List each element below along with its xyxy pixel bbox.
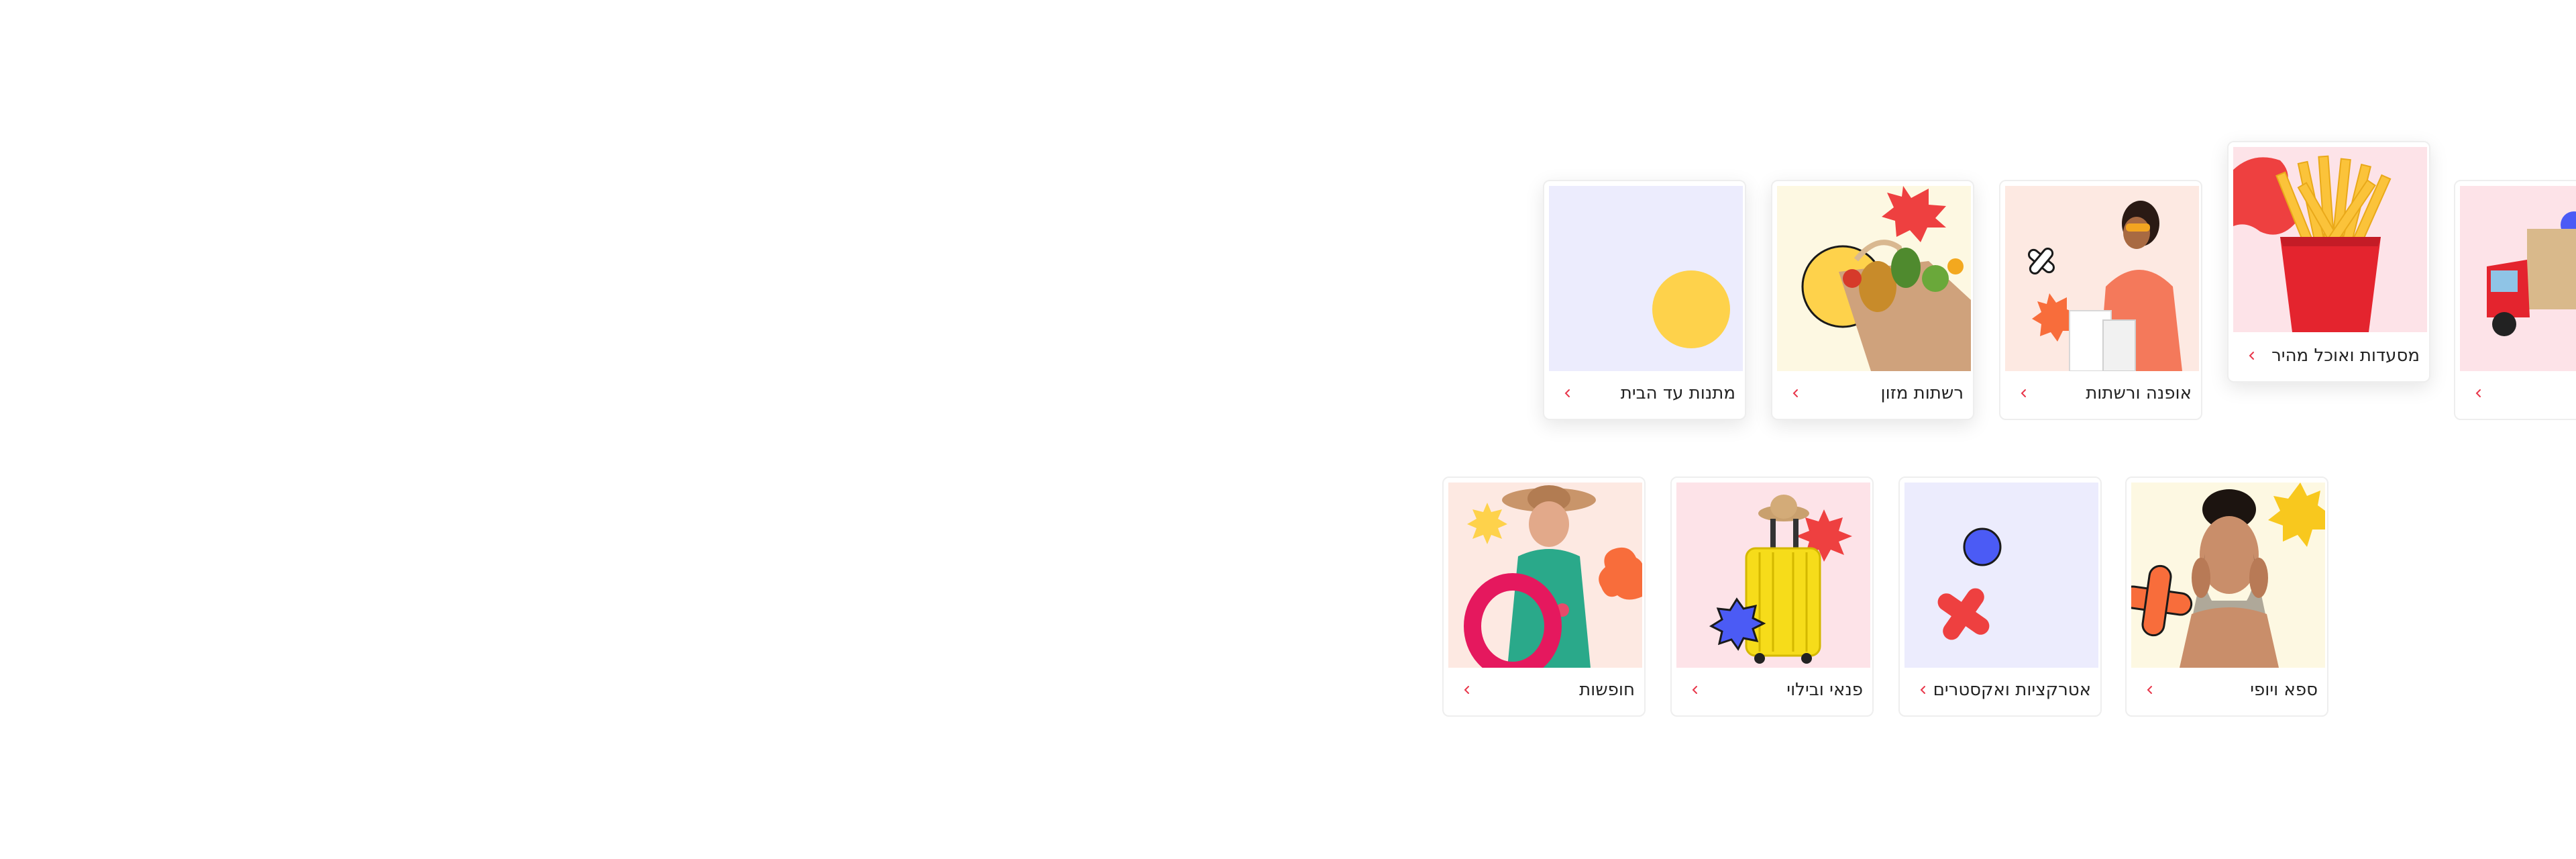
category-image xyxy=(2460,186,2576,371)
category-image xyxy=(2005,186,2199,371)
chevron-left-icon xyxy=(1916,683,1931,697)
category-card-gifts[interactable]: מתנות עד הבית xyxy=(1543,180,1746,420)
category-image xyxy=(1777,186,1971,371)
category-label: מסעדות ואוכל מהיר xyxy=(2271,346,2420,366)
category-card-attractions[interactable]: אטרקציות ואקסטרים xyxy=(1898,476,2102,717)
category-label-row: אטרקציות ואקסטרים xyxy=(1900,676,2100,703)
category-card-fashion[interactable]: אופנה ורשתות xyxy=(1999,180,2202,420)
category-card-leisure[interactable]: פנאי ובילוי xyxy=(1670,476,1874,717)
category-card-vacations[interactable]: חופשות xyxy=(1442,476,1646,717)
vacation-illustration xyxy=(1448,483,1642,668)
chevron-left-icon xyxy=(2143,683,2157,697)
category-card-restaurants[interactable]: מסעדות ואוכל מהיר xyxy=(2227,141,2430,383)
chevron-left-icon xyxy=(1788,386,1803,401)
delivery-truck-illustration xyxy=(2460,186,2576,371)
spa-illustration xyxy=(2131,483,2325,668)
category-image xyxy=(2233,147,2427,332)
category-label: רשתות מזון xyxy=(1880,383,1964,403)
suitcase-illustration xyxy=(1676,483,1870,668)
category-image xyxy=(2131,483,2325,668)
category-label-row: מתנות עד הבית xyxy=(1544,380,1745,407)
chevron-left-icon xyxy=(1460,683,1474,697)
chevron-left-icon xyxy=(1560,386,1575,401)
category-card-food-chains[interactable]: רשתות מזון xyxy=(1771,180,1974,420)
fashion-illustration xyxy=(2005,186,2199,371)
category-carousel: מתנות עד הבית רשתות מזון אופנה ורשתות מס… xyxy=(0,0,2576,859)
chevron-left-icon xyxy=(2471,386,2486,401)
category-label: אופנה ורשתות xyxy=(2086,383,2192,403)
category-label: חופשות xyxy=(1579,680,1635,700)
category-label-row: מסעדות ואוכל מהיר xyxy=(2229,342,2429,369)
category-card-spa[interactable]: ספא ויופי xyxy=(2125,476,2328,717)
category-label: פנאי ובילוי xyxy=(1786,680,1863,700)
chevron-left-icon xyxy=(1688,683,1703,697)
attractions-illustration xyxy=(1904,483,2098,668)
category-image xyxy=(1549,186,1743,371)
gifts-illustration xyxy=(1549,186,1743,371)
chevron-left-icon xyxy=(2017,386,2031,401)
category-label-row: אופנה ורשתות xyxy=(2000,380,2201,407)
category-image xyxy=(1448,483,1642,668)
category-label-row: רשתות מזון xyxy=(1772,380,1973,407)
category-label-row: חופשות xyxy=(1444,676,1644,703)
category-label-row: ספא ויופי xyxy=(2127,676,2327,703)
category-card-delivery[interactable] xyxy=(2454,180,2576,420)
category-image xyxy=(1904,483,2098,668)
category-image xyxy=(1676,483,1870,668)
category-label: מתנות עד הבית xyxy=(1620,383,1735,403)
grocery-bag-illustration xyxy=(1777,186,1971,371)
category-label: אטרקציות ואקסטרים xyxy=(1933,680,2091,700)
category-label-row xyxy=(2455,380,2576,407)
category-label: ספא ויופי xyxy=(2250,680,2318,700)
chevron-left-icon xyxy=(2245,348,2259,363)
category-label-row: פנאי ובילוי xyxy=(1672,676,1872,703)
fries-illustration xyxy=(2233,147,2427,332)
